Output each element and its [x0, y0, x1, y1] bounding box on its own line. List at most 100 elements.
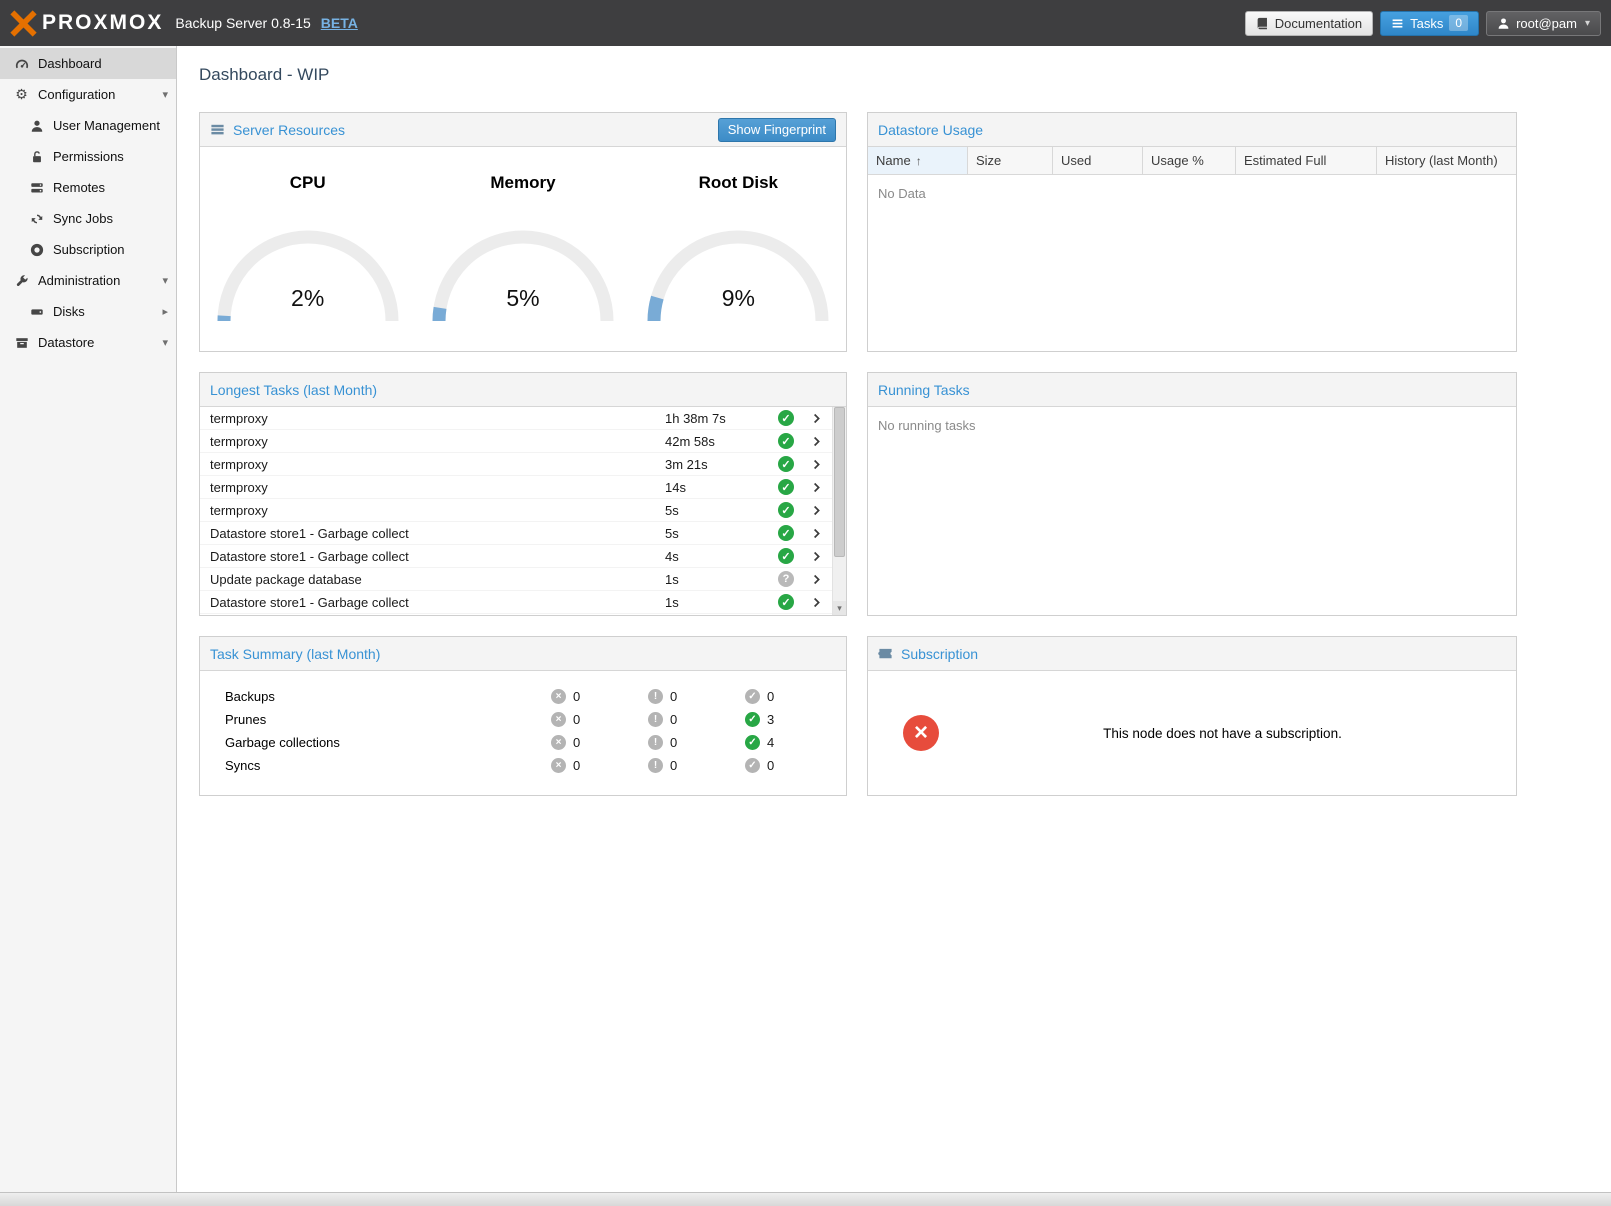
chevron-right-icon[interactable] [806, 573, 828, 586]
chevron-right-icon[interactable] [806, 504, 828, 517]
task-row[interactable]: termproxy 1h 38m 7s ✓ [200, 407, 846, 430]
sidebar-item-sync-jobs[interactable]: Sync Jobs [0, 203, 176, 234]
support-icon [29, 243, 44, 257]
datastore-usage-panel: Datastore Usage Name ↑ Size Used Usage %… [867, 112, 1517, 352]
summary-row-prunes: Prunes ×0 !0 ✓3 [225, 708, 846, 731]
task-row[interactable]: termproxy 3m 21s ✓ [200, 453, 846, 476]
column-header-name[interactable]: Name ↑ [868, 147, 968, 174]
error-icon: × [551, 689, 566, 704]
memory-gauge-value: 5% [428, 285, 618, 312]
task-list-icon [1391, 17, 1404, 30]
column-header-estimated-full[interactable]: Estimated Full [1236, 147, 1377, 174]
ok-count: 3 [767, 712, 774, 727]
task-row[interactable]: Datastore store1 - Garbage collect 5s ✓ [200, 522, 846, 545]
ok-icon: ✓ [745, 735, 760, 750]
sync-icon [29, 212, 44, 226]
main-content: Dashboard - WIP Server Resources Show Fi… [177, 46, 1611, 1192]
cpu-gauge-value: 2% [213, 285, 403, 312]
warning-icon: ! [648, 758, 663, 773]
sidebar-item-configuration[interactable]: ⚙ Configuration ▾ [0, 79, 176, 110]
scrollbar-down-arrow[interactable]: ▾ [833, 601, 846, 615]
panel-title: Longest Tasks (last Month) [210, 382, 377, 398]
chevron-down-icon[interactable]: ▾ [162, 274, 168, 287]
chevron-right-icon[interactable] [806, 596, 828, 609]
column-header-history[interactable]: History (last Month) [1377, 147, 1516, 174]
task-row[interactable]: Datastore store1 - Garbage collect 1s ✓ [200, 591, 846, 614]
task-row[interactable]: Datastore store1 - Garbage collect 4s ✓ [200, 545, 846, 568]
sidebar: Dashboard ⚙ Configuration ▾ User Managem… [0, 46, 177, 1192]
column-header-size[interactable]: Size [968, 147, 1053, 174]
warning-count: 0 [670, 712, 677, 727]
sidebar-item-label: Dashboard [38, 56, 102, 71]
panel-title: Server Resources [233, 122, 345, 138]
sidebar-item-remotes[interactable]: Remotes [0, 172, 176, 203]
show-fingerprint-button[interactable]: Show Fingerprint [718, 118, 836, 142]
error-count: 0 [573, 712, 580, 727]
error-count: 0 [573, 735, 580, 750]
page-title: Dashboard - WIP [199, 65, 1611, 85]
chevron-right-icon[interactable] [806, 527, 828, 540]
task-row[interactable]: termproxy 14s ✓ [200, 476, 846, 499]
error-count: 0 [573, 758, 580, 773]
no-subscription-icon: × [903, 715, 939, 751]
chevron-right-icon[interactable]: ▸ [162, 305, 168, 318]
documentation-button[interactable]: Documentation [1245, 11, 1373, 36]
warning-icon: ! [648, 712, 663, 727]
panel-title: Running Tasks [878, 382, 970, 398]
warning-count: 0 [670, 735, 677, 750]
tasks-label: Tasks [1410, 16, 1443, 31]
chevron-right-icon[interactable] [806, 458, 828, 471]
sidebar-item-dashboard[interactable]: Dashboard [0, 48, 176, 79]
scrollbar-thumb[interactable] [834, 407, 845, 557]
error-icon: × [551, 712, 566, 727]
subscription-message: This node does not have a subscription. [939, 726, 1506, 741]
sidebar-item-user-management[interactable]: User Management [0, 110, 176, 141]
sidebar-item-disks[interactable]: Disks ▸ [0, 296, 176, 327]
chevron-down-icon[interactable]: ▾ [162, 336, 168, 349]
no-running-tasks-text: No running tasks [868, 407, 1516, 444]
sidebar-item-subscription[interactable]: Subscription [0, 234, 176, 265]
chevron-right-icon[interactable] [806, 412, 828, 425]
chevron-right-icon[interactable] [806, 435, 828, 448]
task-row[interactable]: termproxy 5s ✓ [200, 499, 846, 522]
documentation-label: Documentation [1275, 16, 1362, 31]
ok-count: 4 [767, 735, 774, 750]
no-data-text: No Data [868, 175, 1516, 212]
summary-row-garbage-collections: Garbage collections ×0 !0 ✓4 [225, 731, 846, 754]
column-header-used[interactable]: Used [1053, 147, 1143, 174]
chevron-down-icon[interactable]: ▾ [162, 88, 168, 101]
user-menu-button[interactable]: root@pam ▾ [1486, 11, 1601, 36]
chevron-right-icon[interactable] [806, 550, 828, 563]
task-status-icon: ✓ [778, 456, 794, 472]
user-icon [29, 119, 44, 133]
server-icon [29, 181, 44, 195]
beta-link[interactable]: BETA [321, 15, 358, 31]
error-icon: × [551, 735, 566, 750]
sidebar-item-label: Configuration [38, 87, 115, 102]
task-status-icon: ✓ [778, 548, 794, 564]
resources-icon [210, 122, 225, 137]
hdd-icon [29, 305, 44, 319]
longest-tasks-panel: Longest Tasks (last Month) termproxy 1h … [199, 372, 847, 616]
tasks-button[interactable]: Tasks 0 [1380, 11, 1479, 36]
archive-icon [14, 336, 29, 350]
panel-title: Datastore Usage [878, 122, 983, 138]
root-disk-gauge-value: 9% [643, 285, 833, 312]
task-row[interactable]: termproxy 42m 58s ✓ [200, 430, 846, 453]
scrollbar[interactable]: ▾ [832, 407, 846, 615]
task-row[interactable]: Update package database 1s ? [200, 568, 846, 591]
task-status-icon: ✓ [778, 594, 794, 610]
column-header-usage-percent[interactable]: Usage % [1143, 147, 1236, 174]
chevron-right-icon[interactable] [806, 481, 828, 494]
window-bottom-bar [0, 1192, 1611, 1206]
task-status-icon: ✓ [778, 479, 794, 495]
task-status-icon: ✓ [778, 502, 794, 518]
sidebar-item-permissions[interactable]: Permissions [0, 141, 176, 172]
gears-icon: ⚙ [14, 86, 29, 103]
sidebar-item-label: Sync Jobs [53, 211, 113, 226]
user-label: root@pam [1516, 16, 1577, 31]
sidebar-item-administration[interactable]: Administration ▾ [0, 265, 176, 296]
sidebar-item-datastore[interactable]: Datastore ▾ [0, 327, 176, 358]
summary-row-backups: Backups ×0 !0 ✓0 [225, 685, 846, 708]
top-header: PROXMOX Backup Server 0.8-15 BETA Docume… [0, 0, 1611, 46]
